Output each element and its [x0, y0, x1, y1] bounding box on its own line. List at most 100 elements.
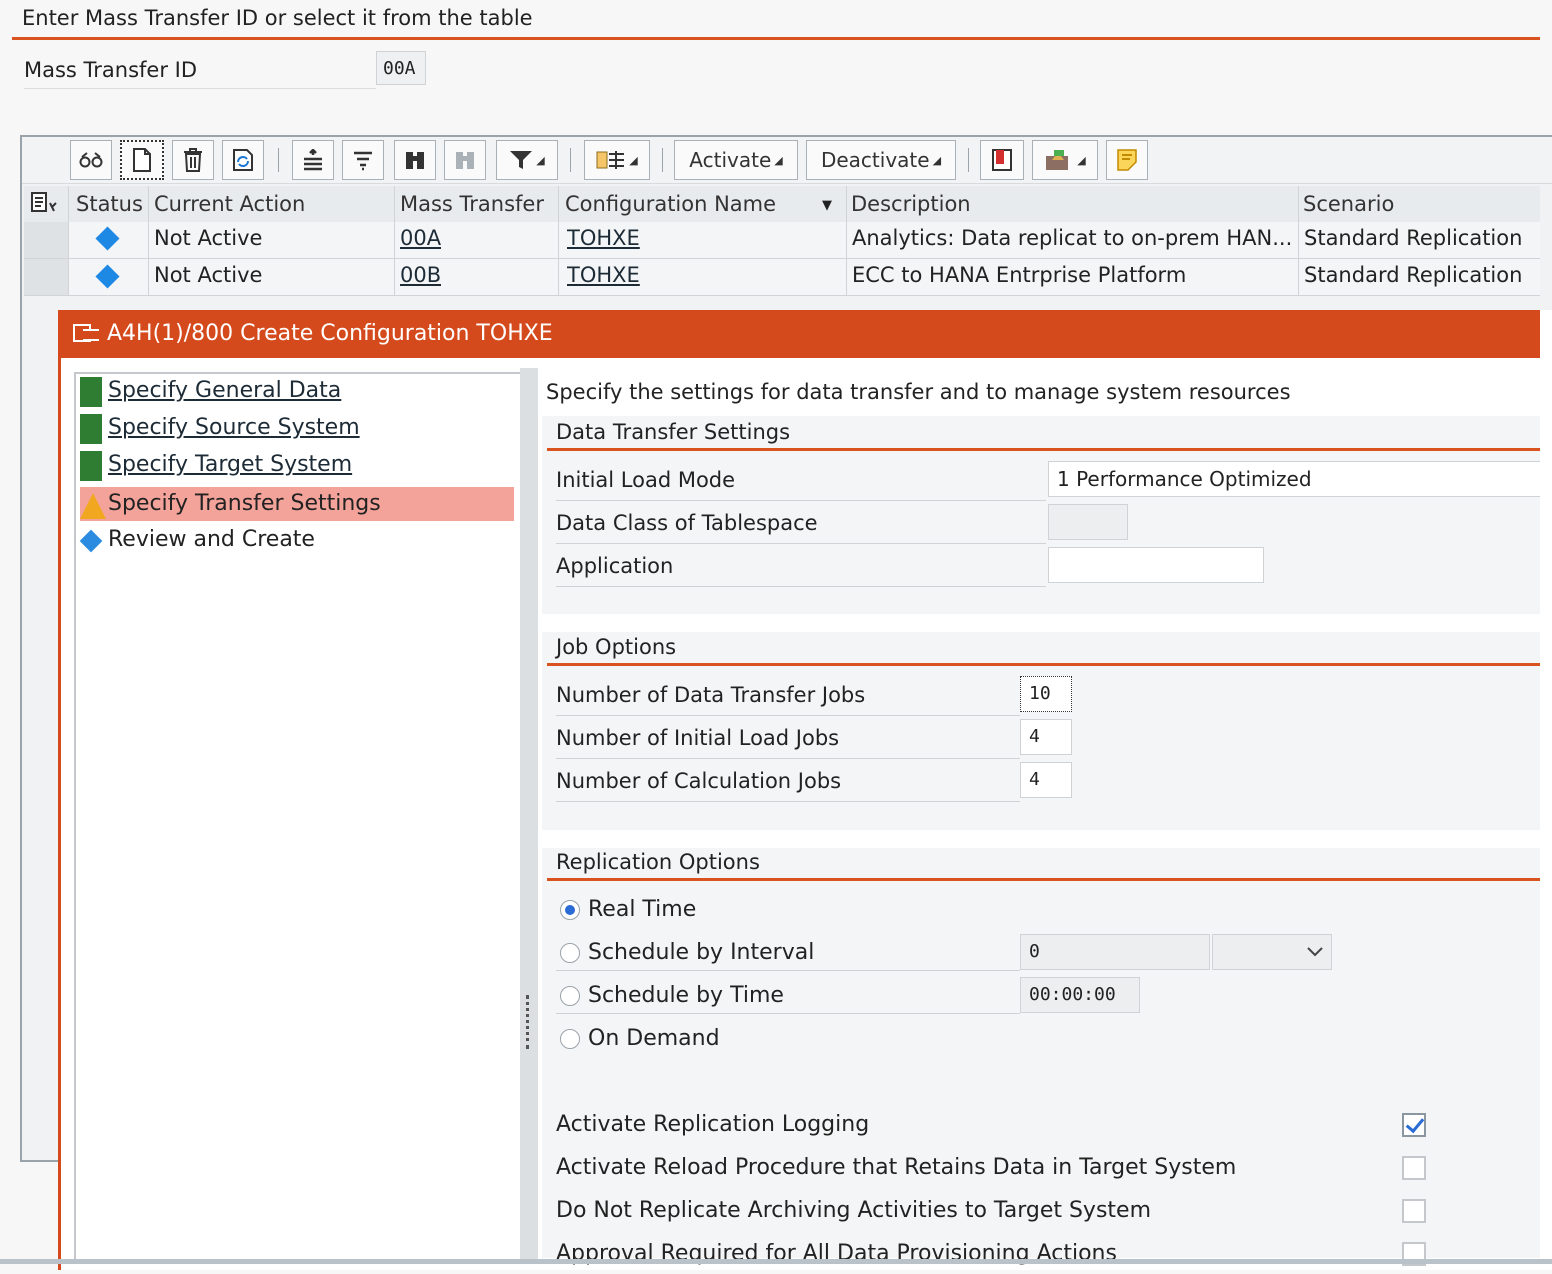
description-cell: Analytics: Data replicat to on-prem HAN.… — [852, 226, 1293, 250]
description-cell: ECC to HANA Entrprise Platform — [852, 263, 1187, 287]
schedule-time-label: Schedule by Time — [588, 983, 784, 1008]
calculation-jobs-label: Number of Calculation Jobs — [556, 761, 1020, 802]
step-label: Specify General Data — [108, 378, 342, 403]
replication-logging-label: Activate Replication Logging — [556, 1112, 870, 1137]
step-transfer-settings[interactable]: Specify Transfer Settings — [80, 487, 514, 521]
data-transfer-title: Data Transfer Settings — [556, 420, 791, 444]
scenario-cell: Standard Replication — [1304, 263, 1523, 287]
details-icon[interactable] — [70, 140, 112, 180]
column-divider — [394, 186, 395, 296]
real-time-radio[interactable] — [560, 900, 580, 920]
section-divider — [547, 878, 1540, 881]
schedule-time-radio[interactable] — [560, 986, 580, 1006]
column-header-mass-transfer[interactable]: Mass Transfer — [400, 186, 544, 222]
row-divider — [556, 970, 1020, 971]
deactivate-button-label: Deactivate — [820, 148, 930, 172]
data-transfer-jobs-label: Number of Data Transfer Jobs — [556, 675, 1020, 716]
column-header-configuration-name[interactable]: Configuration Name — [565, 186, 776, 222]
sort-ascending-icon[interactable] — [292, 140, 334, 180]
row-selector[interactable] — [24, 222, 68, 258]
column-header-scenario[interactable]: Scenario — [1303, 186, 1394, 222]
mass-transfer-link[interactable]: 00A — [400, 220, 441, 256]
step-complete-icon — [80, 414, 102, 444]
layout-icon[interactable]: ◢ — [584, 140, 650, 180]
chevron-down-icon: ◢ — [774, 153, 783, 167]
toolbar-separator — [278, 148, 279, 172]
job-options-title: Job Options — [556, 635, 677, 659]
delete-icon[interactable] — [172, 140, 214, 180]
time-value-input[interactable]: 00:00:00 — [1020, 977, 1140, 1013]
find-icon[interactable] — [394, 140, 436, 180]
interval-value-input[interactable]: 0 — [1020, 934, 1210, 970]
interval-unit-dropdown[interactable] — [1212, 934, 1332, 970]
data-class-label: Data Class of Tablespace — [556, 503, 1046, 544]
warning-triangle-icon — [80, 493, 106, 519]
calculation-jobs-input[interactable]: 4 — [1020, 762, 1072, 798]
initial-load-jobs-label: Number of Initial Load Jobs — [556, 718, 1020, 759]
section-divider — [547, 663, 1540, 666]
step-label: Specify Transfer Settings — [108, 491, 381, 516]
toolbar-separator — [662, 148, 663, 172]
activate-button[interactable]: Activate ◢ — [674, 140, 798, 180]
chevron-down-icon — [1307, 947, 1323, 957]
toolbar-separator — [570, 148, 571, 172]
create-icon[interactable] — [120, 140, 164, 180]
column-divider — [558, 186, 559, 296]
mass-transfer-id-label: Mass Transfer ID — [24, 56, 376, 89]
archiving-activities-label: Do Not Replicate Archiving Activities to… — [556, 1198, 1152, 1223]
column-settings-icon[interactable] — [30, 191, 58, 220]
filter-icon[interactable]: ◢ — [496, 140, 558, 180]
column-header-description[interactable]: Description — [851, 186, 971, 222]
deactivate-button[interactable]: Deactivate ◢ — [806, 140, 956, 180]
mass-transfer-id-input[interactable]: 00A — [376, 51, 426, 85]
data-transfer-jobs-input[interactable]: 10 — [1020, 676, 1072, 712]
splitter-grip-icon[interactable] — [526, 995, 535, 1049]
column-divider — [68, 186, 69, 296]
toolbar-separator — [968, 148, 969, 172]
column-divider — [1298, 186, 1299, 296]
intro-text: Specify the settings for data transfer a… — [546, 380, 1291, 404]
real-time-label: Real Time — [588, 897, 697, 922]
refresh-icon[interactable] — [222, 140, 264, 180]
reload-procedure-checkbox[interactable] — [1402, 1156, 1426, 1180]
dialog-title-bar[interactable]: A4H(1)/800 Create Configuration TOHXE — [61, 310, 1540, 358]
row-selector[interactable] — [24, 259, 68, 295]
mass-transfer-link[interactable]: 00B — [400, 257, 441, 293]
on-demand-radio[interactable] — [560, 1029, 580, 1049]
replication-options-title: Replication Options — [556, 850, 760, 874]
initial-load-jobs-input[interactable]: 4 — [1020, 719, 1072, 755]
schedule-interval-label: Schedule by Interval — [588, 940, 815, 965]
column-header-current-action[interactable]: Current Action — [154, 186, 305, 222]
window-bottom-edge — [0, 1259, 1552, 1264]
on-demand-label: On Demand — [588, 1026, 720, 1051]
schedule-interval-radio[interactable] — [560, 943, 580, 963]
configuration-name-link[interactable]: TOHXE — [567, 257, 640, 293]
row-divider — [556, 1013, 1020, 1014]
find-next-icon[interactable] — [444, 140, 486, 180]
current-action-cell: Not Active — [154, 263, 263, 287]
export-icon[interactable]: ◢ — [1032, 140, 1098, 180]
initial-load-mode-field[interactable]: 1 Performance Optimized — [1048, 461, 1540, 497]
sort-indicator-icon: ▼ — [822, 198, 832, 213]
column-divider — [846, 186, 847, 296]
column-header-status[interactable]: Status — [76, 186, 143, 222]
step-label: Specify Target System — [108, 452, 353, 477]
column-divider — [148, 186, 149, 296]
activate-button-label: Activate — [689, 148, 772, 172]
application-label: Application — [556, 546, 1046, 587]
approval-required-label: Approval Required for All Data Provision… — [556, 1241, 1117, 1266]
reload-procedure-label: Activate Reload Procedure that Retains D… — [556, 1155, 1237, 1180]
sort-descending-icon[interactable] — [342, 140, 384, 180]
pane-splitter[interactable] — [520, 368, 538, 1264]
step-complete-icon — [80, 377, 102, 407]
application-field[interactable] — [1048, 547, 1264, 583]
step-complete-icon — [80, 451, 102, 481]
replication-logging-checkbox[interactable] — [1402, 1113, 1426, 1137]
data-class-field[interactable] — [1048, 504, 1128, 540]
dialog-window-icon — [73, 324, 99, 342]
dialog-title: A4H(1)/800 Create Configuration TOHXE — [107, 321, 553, 346]
configuration-name-link[interactable]: TOHXE — [567, 220, 640, 256]
archiving-activities-checkbox[interactable] — [1402, 1199, 1426, 1223]
bookmark-icon[interactable] — [980, 140, 1024, 180]
notes-icon[interactable] — [1106, 140, 1148, 180]
